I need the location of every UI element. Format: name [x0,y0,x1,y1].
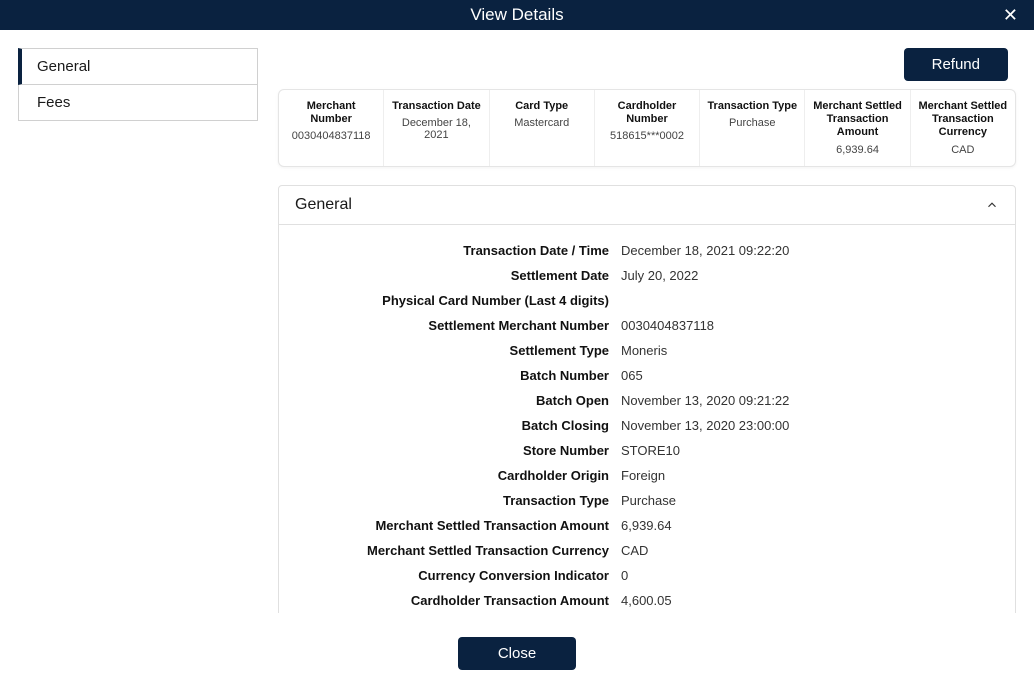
detail-label: Batch Closing [291,418,621,433]
detail-row: Cardholder Transaction Amount4,600.05 [291,593,1003,608]
view-details-modal: View Details ✕ General Fees Refund Merch… [0,0,1034,688]
detail-row: Store NumberSTORE10 [291,443,1003,458]
detail-value: Purchase [621,493,676,508]
detail-label: Settlement Merchant Number [291,318,621,333]
panel-header[interactable]: General [279,186,1015,225]
scroll-area[interactable]: General Transaction Date / TimeDecember … [278,185,1016,613]
detail-label: Cardholder Transaction Amount [291,593,621,608]
detail-row: Settlement TypeMoneris [291,343,1003,358]
detail-row: Transaction Date / TimeDecember 18, 2021… [291,243,1003,258]
close-button[interactable]: Close [458,637,576,670]
panel-body: Transaction Date / TimeDecember 18, 2021… [279,225,1015,613]
summary-label: Transaction Date [390,100,482,113]
modal-footer: Close [0,623,1034,688]
detail-label: Merchant Settled Transaction Amount [291,518,621,533]
detail-row: Batch Number065 [291,368,1003,383]
detail-label: Batch Open [291,393,621,408]
summary-settled-currency: Merchant Settled Transaction Currency CA… [911,90,1015,166]
detail-value: 0030404837118 [621,318,714,333]
detail-label: Settlement Date [291,268,621,283]
summary-card-type: Card Type Mastercard [490,90,595,166]
detail-label: Batch Number [291,368,621,383]
summary-label: Merchant Settled Transaction Amount [811,100,903,140]
detail-value: STORE10 [621,443,680,458]
detail-value: Foreign [621,468,665,483]
detail-label: Store Number [291,443,621,458]
summary-value: December 18, 2021 [390,117,482,141]
chevron-up-icon [985,198,999,212]
modal-body: General Fees Refund Merchant Number 0030… [0,30,1034,623]
title-bar: View Details ✕ [0,0,1034,30]
action-bar: Refund [278,48,1016,89]
detail-value: CAD [621,543,648,558]
detail-label: Merchant Settled Transaction Currency [291,543,621,558]
detail-row: Cardholder OriginForeign [291,468,1003,483]
detail-value: July 20, 2022 [621,268,698,283]
detail-value: 4,600.05 [621,593,672,608]
detail-row: Batch OpenNovember 13, 2020 09:21:22 [291,393,1003,408]
modal-title: View Details [470,5,563,25]
summary-value: 0030404837118 [285,130,377,142]
sidebar-item-general[interactable]: General [18,48,258,85]
summary-value: 6,939.64 [811,144,903,156]
detail-row: Settlement DateJuly 20, 2022 [291,268,1003,283]
summary-cardholder-number: Cardholder Number 518615***0002 [595,90,700,166]
detail-label: Transaction Type [291,493,621,508]
detail-value: December 18, 2021 09:22:20 [621,243,789,258]
panel-title: General [295,196,352,214]
detail-row: Transaction TypePurchase [291,493,1003,508]
detail-value: November 13, 2020 09:21:22 [621,393,789,408]
sidebar-item-fees[interactable]: Fees [18,85,258,121]
detail-label: Transaction Date / Time [291,243,621,258]
summary-label: Card Type [496,100,588,113]
detail-label: Cardholder Origin [291,468,621,483]
summary-value: CAD [917,144,1009,156]
detail-value: November 13, 2020 23:00:00 [621,418,789,433]
summary-label: Cardholder Number [601,100,693,126]
main-content: Refund Merchant Number 0030404837118 Tra… [278,48,1016,613]
summary-value: Purchase [706,117,798,129]
detail-label: Currency Conversion Indicator [291,568,621,583]
sidebar-item-label: General [37,58,90,75]
summary-label: Merchant Settled Transaction Currency [917,100,1009,140]
summary-transaction-type: Transaction Type Purchase [700,90,805,166]
summary-value: Mastercard [496,117,588,129]
summary-label: Merchant Number [285,100,377,126]
detail-value: Moneris [621,343,667,358]
detail-row: Settlement Merchant Number0030404837118 [291,318,1003,333]
general-panel: General Transaction Date / TimeDecember … [278,185,1016,613]
detail-label: Settlement Type [291,343,621,358]
detail-value: 0 [621,568,628,583]
close-icon[interactable]: ✕ [997,4,1024,26]
detail-value: 065 [621,368,643,383]
detail-row: Currency Conversion Indicator0 [291,568,1003,583]
summary-label: Transaction Type [706,100,798,113]
detail-row: Batch ClosingNovember 13, 2020 23:00:00 [291,418,1003,433]
sidebar-item-label: Fees [37,94,70,111]
sidebar: General Fees [18,48,258,613]
summary-transaction-date: Transaction Date December 18, 2021 [384,90,489,166]
summary-merchant-number: Merchant Number 0030404837118 [279,90,384,166]
summary-settled-amount: Merchant Settled Transaction Amount 6,93… [805,90,910,166]
detail-value: 6,939.64 [621,518,672,533]
summary-strip: Merchant Number 0030404837118 Transactio… [278,89,1016,167]
summary-value: 518615***0002 [601,130,693,142]
detail-row: Merchant Settled Transaction CurrencyCAD [291,543,1003,558]
detail-row: Physical Card Number (Last 4 digits) [291,293,1003,308]
detail-label: Physical Card Number (Last 4 digits) [291,293,621,308]
detail-row: Merchant Settled Transaction Amount6,939… [291,518,1003,533]
refund-button[interactable]: Refund [904,48,1008,81]
